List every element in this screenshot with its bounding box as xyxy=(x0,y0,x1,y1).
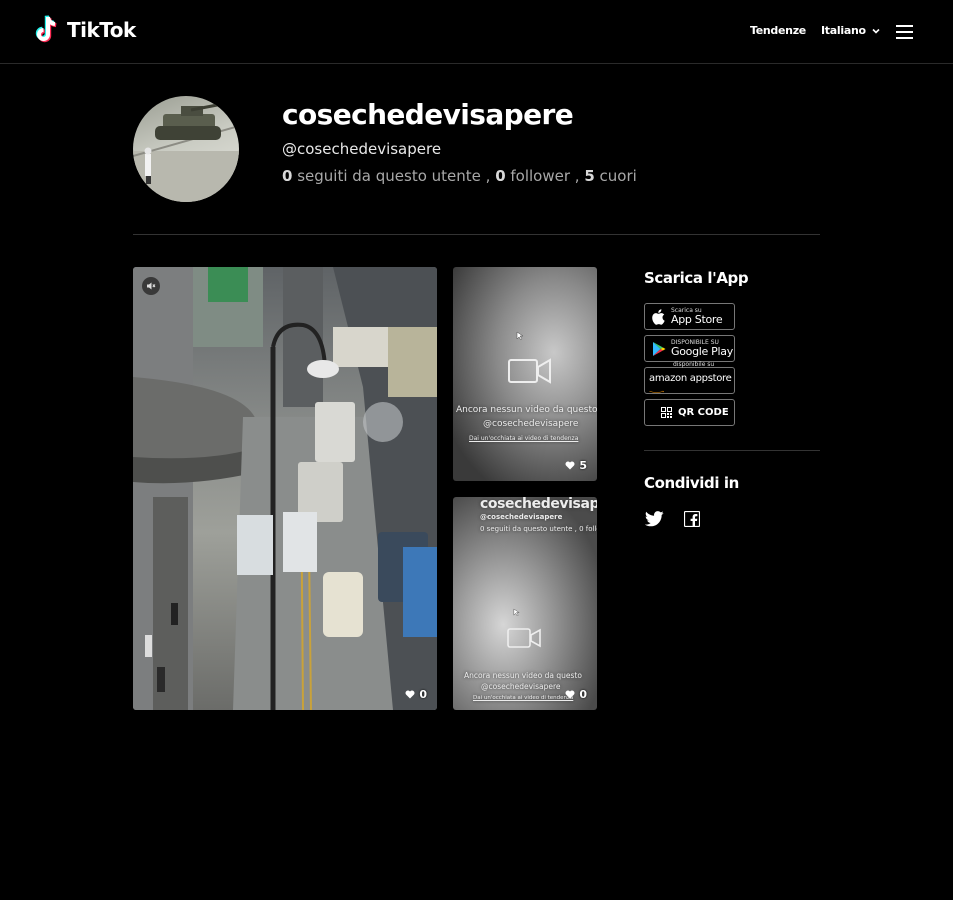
cursor-icon xyxy=(513,608,520,617)
video-card-2[interactable]: Ancora nessun video da questo @cosechede… xyxy=(453,267,597,481)
google-play-icon xyxy=(653,341,666,356)
cursor-icon xyxy=(516,331,524,341)
followers-label: follower , xyxy=(505,167,585,185)
video-camera-icon xyxy=(508,358,551,384)
speaker-muted-icon xyxy=(147,282,156,290)
following-label: seguiti da questo utente , xyxy=(292,167,496,185)
profile-handle: @cosechedevisapere xyxy=(282,140,442,158)
hamburger-menu-icon[interactable] xyxy=(896,25,913,39)
followers-count: 0 xyxy=(495,167,506,185)
share-title: Condividi in xyxy=(644,474,739,492)
video-card-3[interactable]: cosechedevisapere @cosechedevisapere 0 s… xyxy=(453,497,597,710)
following-count: 0 xyxy=(282,167,293,185)
video-3-overlay-line-3: Dai un'occhiata ai video di tendenza xyxy=(473,695,574,701)
amazon-small-label: disponibile su xyxy=(673,360,715,368)
tiktok-logo[interactable]: TikTok xyxy=(34,14,136,46)
logo-text: TikTok xyxy=(67,18,136,42)
video-3-like-count: 0 xyxy=(579,688,587,701)
video-3-overlay-stats: 0 seguiti da questo utente , 0 follower xyxy=(480,525,597,533)
video-card-1[interactable]: 0 xyxy=(133,267,437,710)
video-2-like-count: 5 xyxy=(579,459,587,472)
mute-button[interactable] xyxy=(142,277,160,295)
top-header: TikTok Tendenze Italiano xyxy=(0,0,953,64)
profile-avatar xyxy=(133,96,239,202)
facebook-icon[interactable] xyxy=(684,511,700,527)
video-3-likes: 0 xyxy=(565,688,587,701)
qr-code-icon xyxy=(661,407,672,418)
nav-trending-link[interactable]: Tendenze xyxy=(750,24,806,37)
video-3-overlay-title: cosechedevisapere xyxy=(480,497,597,512)
qr-code-label: QR CODE xyxy=(678,407,729,418)
profile-stats: 0 seguiti da questo utente , 0 follower … xyxy=(282,167,637,185)
video-1-like-count: 0 xyxy=(419,688,427,701)
download-app-title: Scarica l'App xyxy=(644,269,749,287)
google-play-label: Google Play xyxy=(671,345,733,358)
language-label: Italiano xyxy=(821,24,866,37)
video-2-likes: 5 xyxy=(565,459,587,472)
likes-label: cuori xyxy=(594,167,637,185)
video-camera-icon xyxy=(507,628,541,648)
twitter-icon[interactable] xyxy=(645,511,664,527)
heart-icon xyxy=(405,690,415,699)
likes-count: 5 xyxy=(584,167,595,185)
video-3-overlay-line-2: @cosechedevisapere xyxy=(481,682,561,691)
video-1-likes: 0 xyxy=(405,688,427,701)
profile-divider xyxy=(133,234,820,235)
heart-icon xyxy=(565,690,575,699)
tiktok-logo-icon xyxy=(35,15,57,43)
language-selector[interactable]: Italiano xyxy=(821,24,881,37)
video-2-overlay-line-2: @cosechedevisapere xyxy=(483,419,579,429)
heart-icon xyxy=(565,461,575,470)
qr-code-button[interactable]: QR CODE xyxy=(644,399,735,426)
amazon-appstore-label: amazon appstore xyxy=(649,372,732,384)
app-store-button[interactable]: Scarica su App Store xyxy=(644,303,735,330)
avatar-image xyxy=(133,100,239,202)
video-3-overlay-handle: @cosechedevisapere xyxy=(480,513,563,521)
apple-icon xyxy=(652,308,665,325)
amazon-appstore-button[interactable]: disponibile su amazon appstore xyxy=(644,361,735,394)
google-play-button[interactable]: DISPONIBILE SU Google Play xyxy=(644,335,735,362)
video-3-overlay-line-1: Ancora nessun video da questo xyxy=(464,671,582,680)
video-2-overlay-line-1: Ancora nessun video da questo xyxy=(456,405,597,415)
video-2-overlay-line-3: Dai un'occhiata ai video di tendenza xyxy=(469,435,579,442)
app-store-label: App Store xyxy=(671,313,723,326)
profile-display-name: cosechedevisapere xyxy=(282,98,574,131)
video-1-thumbnail xyxy=(133,267,437,710)
chevron-down-icon xyxy=(872,28,880,34)
sidebar-divider xyxy=(644,450,820,451)
amazon-smile-icon xyxy=(649,390,665,393)
